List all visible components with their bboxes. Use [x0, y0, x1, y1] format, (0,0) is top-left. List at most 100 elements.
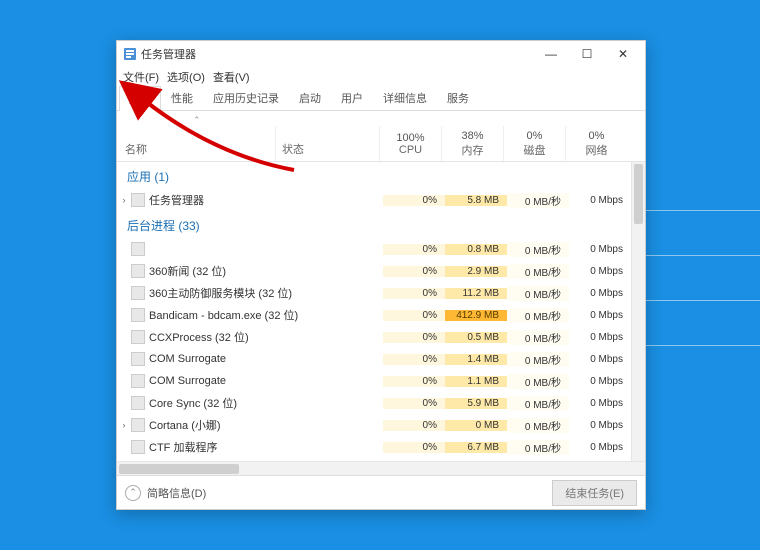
- maximize-button[interactable]: ☐: [569, 41, 605, 67]
- expand-caret-icon[interactable]: ›: [117, 195, 131, 205]
- process-name: 任务管理器: [149, 192, 204, 208]
- cell-net: 0 Mbps: [569, 398, 631, 409]
- horizontal-scrollbar[interactable]: [117, 461, 645, 475]
- cell-mem: 0 MB: [445, 420, 507, 431]
- menu-options[interactable]: 选项(O): [167, 69, 205, 85]
- cell-disk: 0 MB/秒: [507, 330, 569, 345]
- tab-startup[interactable]: 启动: [289, 85, 331, 110]
- cell-mem: 0.5 MB: [445, 332, 507, 343]
- tab-performance[interactable]: 性能: [161, 85, 203, 110]
- scrollbar-thumb[interactable]: [634, 164, 643, 224]
- cell-cpu: 0%: [383, 332, 445, 343]
- cell-disk: 0 MB/秒: [507, 286, 569, 301]
- group-background: 后台进程 (33): [117, 211, 631, 238]
- cell-cpu: 0%: [383, 398, 445, 409]
- cell-net: 0 Mbps: [569, 376, 631, 387]
- process-row[interactable]: › Cortana (小娜) 0%0 MB0 MB/秒0 Mbps: [117, 414, 631, 436]
- cell-cpu: 0%: [383, 442, 445, 453]
- tab-details[interactable]: 详细信息: [373, 85, 437, 110]
- fewer-details-icon[interactable]: ⌃: [125, 485, 141, 501]
- process-icon: [131, 330, 145, 344]
- process-row[interactable]: 360新闻 (32 位) 0%2.9 MB0 MB/秒0 Mbps: [117, 260, 631, 282]
- cell-cpu: 0%: [383, 354, 445, 365]
- tab-processes[interactable]: 进程: [119, 86, 161, 111]
- cell-net: 0 Mbps: [569, 244, 631, 255]
- cell-cpu: 0%: [383, 288, 445, 299]
- menu-file[interactable]: 文件(F): [123, 69, 159, 85]
- process-name: 360新闻 (32 位): [149, 263, 226, 279]
- cell-cpu: 0%: [383, 310, 445, 321]
- process-icon: [131, 418, 145, 432]
- process-row[interactable]: CTF 加载程序0%6.7 MB0 MB/秒0 Mbps: [117, 436, 631, 458]
- tabstrip: 进程 性能 应用历史记录 启动 用户 详细信息 服务: [117, 87, 645, 111]
- cell-disk: 0 MB/秒: [507, 264, 569, 279]
- cell-net: 0 Mbps: [569, 266, 631, 277]
- header-name[interactable]: 名称: [117, 126, 275, 161]
- process-row[interactable]: 0%0.8 MB0 MB/秒0 Mbps: [117, 238, 631, 260]
- cell-mem: 6.7 MB: [445, 442, 507, 453]
- tab-services[interactable]: 服务: [437, 85, 479, 110]
- hscrollbar-thumb[interactable]: [119, 464, 239, 474]
- window-title: 任务管理器: [141, 46, 196, 62]
- cell-disk: 0 MB/秒: [507, 352, 569, 367]
- cell-net: 0 Mbps: [569, 420, 631, 431]
- process-name: CCXProcess (32 位): [149, 329, 249, 345]
- process-row[interactable]: ›任务管理器0%5.8 MB0 MB/秒0 Mbps: [117, 189, 631, 211]
- header-cpu[interactable]: 100% CPU: [379, 126, 441, 161]
- fewer-details-label[interactable]: 简略信息(D): [147, 485, 206, 501]
- end-task-button[interactable]: 结束任务(E): [552, 480, 637, 506]
- cell-net: 0 Mbps: [569, 195, 631, 206]
- cell-cpu: 0%: [383, 420, 445, 431]
- tab-users[interactable]: 用户: [331, 85, 373, 110]
- column-headers: 名称 状态 100% CPU 38% 内存 0% 磁盘 0% 网络: [117, 126, 645, 162]
- cell-mem: 412.9 MB: [445, 310, 507, 321]
- cell-disk: 0 MB/秒: [507, 418, 569, 433]
- process-list: 应用 (1)›任务管理器0%5.8 MB0 MB/秒0 Mbps后台进程 (33…: [117, 162, 645, 461]
- menu-view[interactable]: 查看(V): [213, 69, 250, 85]
- sort-indicator-icon: ⌃: [117, 111, 645, 126]
- cell-net: 0 Mbps: [569, 442, 631, 453]
- process-icon: [131, 308, 145, 322]
- minimize-button[interactable]: —: [533, 41, 569, 67]
- vertical-scrollbar[interactable]: [631, 162, 645, 461]
- cell-mem: 1.4 MB: [445, 354, 507, 365]
- process-row[interactable]: Core Sync (32 位)0%5.9 MB0 MB/秒0 Mbps: [117, 392, 631, 414]
- process-icon: [131, 352, 145, 366]
- process-row[interactable]: CCXProcess (32 位) 0%0.5 MB0 MB/秒0 Mbps: [117, 326, 631, 348]
- tab-app-history[interactable]: 应用历史记录: [203, 85, 289, 110]
- group-apps: 应用 (1): [117, 162, 631, 189]
- header-network[interactable]: 0% 网络: [565, 126, 627, 161]
- cell-net: 0 Mbps: [569, 332, 631, 343]
- header-disk[interactable]: 0% 磁盘: [503, 126, 565, 161]
- process-name: Bandicam - bdcam.exe (32 位): [149, 307, 298, 323]
- process-row[interactable]: Bandicam - bdcam.exe (32 位)0%412.9 MB0 M…: [117, 304, 631, 326]
- process-icon: [131, 264, 145, 278]
- expand-caret-icon[interactable]: ›: [117, 420, 131, 430]
- header-status[interactable]: 状态: [275, 126, 379, 161]
- process-row[interactable]: igfxEM Module0%1.0 MB0 MB/秒0 Mbps: [117, 458, 631, 461]
- cell-mem: 0.8 MB: [445, 244, 507, 255]
- cell-mem: 1.1 MB: [445, 376, 507, 387]
- cell-cpu: 0%: [383, 266, 445, 277]
- process-name: 360主动防御服务模块 (32 位): [149, 285, 292, 301]
- cell-net: 0 Mbps: [569, 288, 631, 299]
- titlebar[interactable]: 任务管理器 — ☐ ✕: [117, 41, 645, 67]
- process-name: COM Surrogate: [149, 353, 226, 365]
- header-memory[interactable]: 38% 内存: [441, 126, 503, 161]
- cell-net: 0 Mbps: [569, 354, 631, 365]
- process-row[interactable]: 360主动防御服务模块 (32 位)0%11.2 MB0 MB/秒0 Mbps: [117, 282, 631, 304]
- statusbar: ⌃ 简略信息(D) 结束任务(E): [117, 475, 645, 509]
- cell-disk: 0 MB/秒: [507, 396, 569, 411]
- process-icon: [131, 286, 145, 300]
- close-button[interactable]: ✕: [605, 41, 641, 67]
- process-row[interactable]: COM Surrogate0%1.1 MB0 MB/秒0 Mbps: [117, 370, 631, 392]
- cell-disk: 0 MB/秒: [507, 440, 569, 455]
- app-icon: [123, 47, 137, 61]
- process-icon: [131, 193, 145, 207]
- wallpaper-decoration: [640, 210, 760, 410]
- cell-mem: 2.9 MB: [445, 266, 507, 277]
- cell-cpu: 0%: [383, 376, 445, 387]
- process-name: Cortana (小娜): [149, 417, 221, 433]
- cell-disk: 0 MB/秒: [507, 193, 569, 208]
- process-row[interactable]: COM Surrogate 0%1.4 MB0 MB/秒0 Mbps: [117, 348, 631, 370]
